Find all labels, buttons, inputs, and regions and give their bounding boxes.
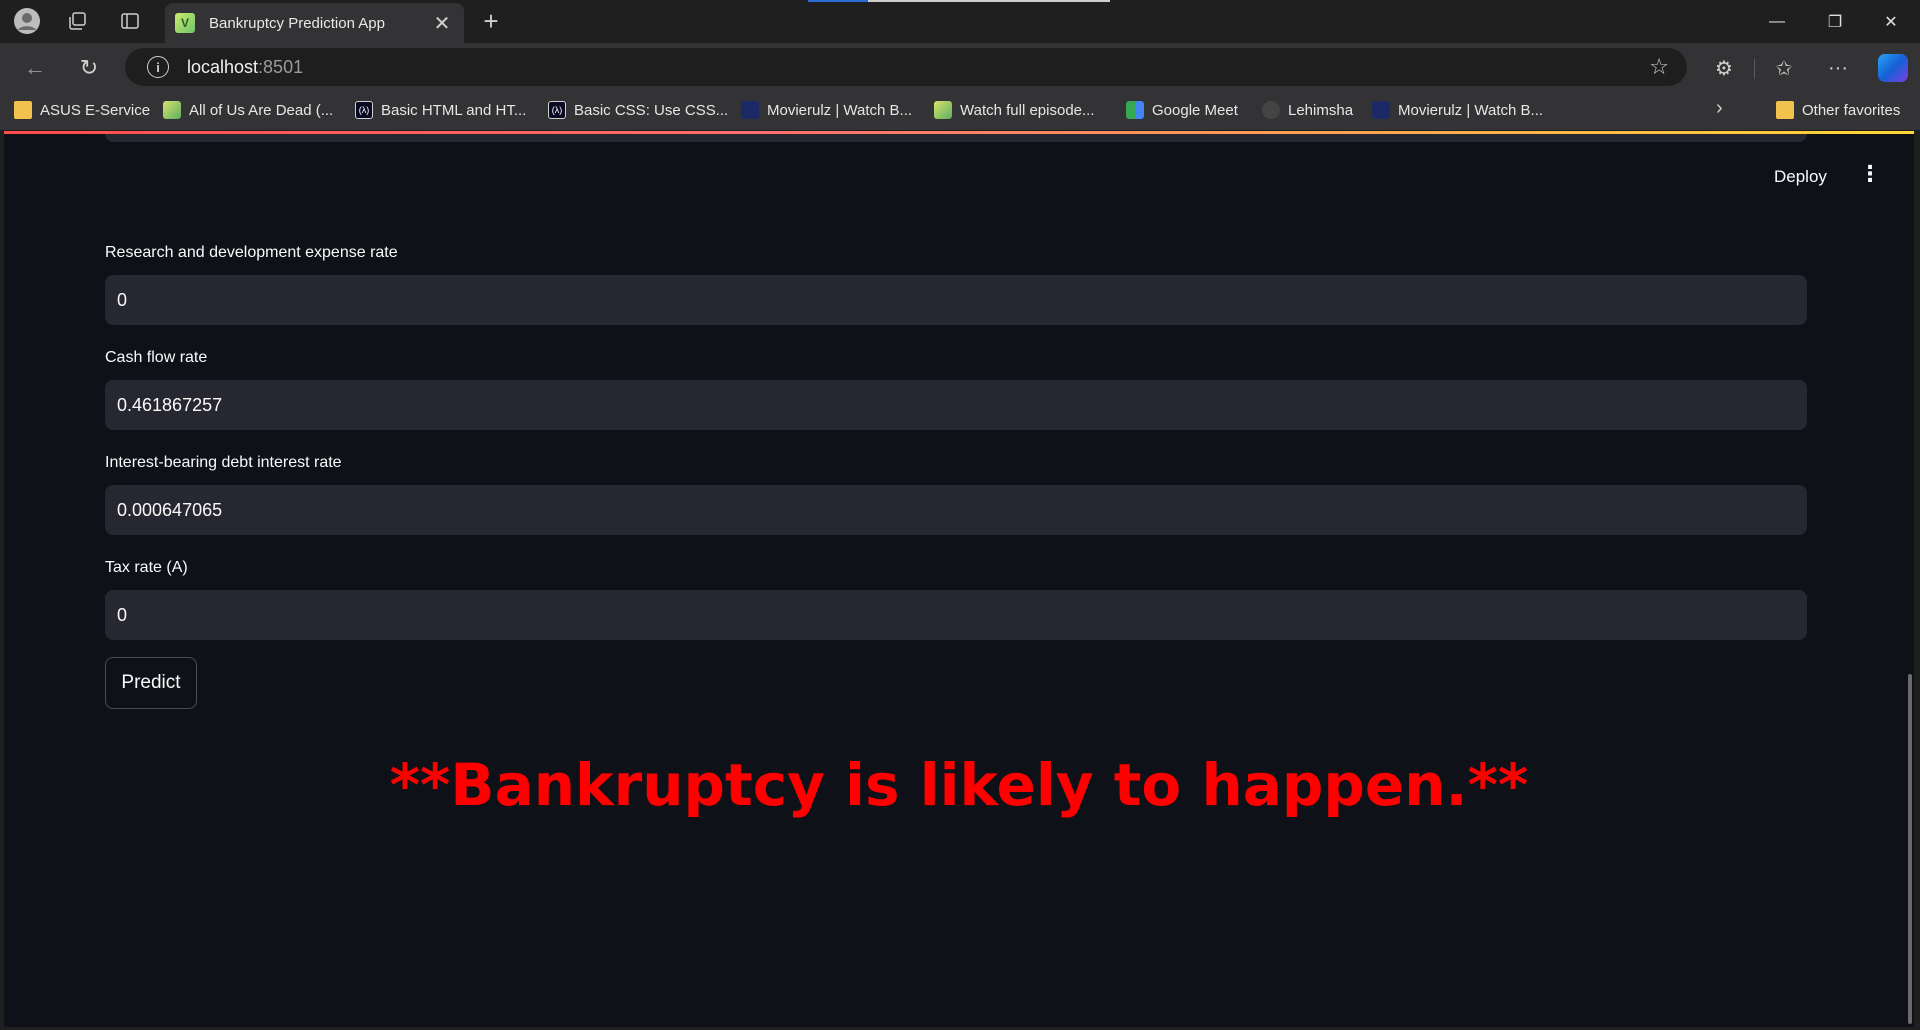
favorite-item[interactable]: Watch full episode... bbox=[934, 99, 1095, 121]
minimize-icon[interactable]: — bbox=[1748, 0, 1806, 43]
streamlit-favicon-icon: V bbox=[175, 13, 195, 33]
favorite-item[interactable]: Movierulz | Watch B... bbox=[1372, 99, 1543, 121]
browser-titlebar: V Bankruptcy Prediction App ✕ + — ❐ ✕ bbox=[0, 0, 1920, 43]
extensions-icon[interactable]: ⚙ bbox=[1706, 50, 1742, 86]
favorite-label: Movierulz | Watch B... bbox=[1398, 101, 1544, 119]
google-meet-icon bbox=[1126, 101, 1144, 119]
input-cash-flow-rate[interactable]: 0.461867257 bbox=[105, 380, 1807, 430]
favorite-label: ASUS E-Service bbox=[40, 101, 151, 119]
profile-avatar-icon[interactable] bbox=[11, 5, 43, 37]
favorite-item[interactable]: Lehimsha bbox=[1262, 99, 1353, 121]
browser-navbar: ← ↻ i localhost:8501 ☆ ⚙ ✩ ··· bbox=[0, 43, 1920, 90]
browser-tab-active[interactable]: V Bankruptcy Prediction App ✕ bbox=[165, 3, 464, 43]
address-bar[interactable]: i localhost:8501 ☆ bbox=[125, 48, 1687, 86]
tab-title: Bankruptcy Prediction App bbox=[209, 14, 385, 32]
favorite-item[interactable]: Google Meet bbox=[1126, 99, 1238, 121]
prediction-result: **Bankruptcy is likely to happen.** bbox=[389, 751, 1529, 819]
url-text: localhost:8501 bbox=[187, 57, 303, 78]
favorites-icon[interactable]: ✩ bbox=[1766, 50, 1802, 86]
favorite-item[interactable]: Movierulz | Watch B... bbox=[741, 99, 912, 121]
input-rd-expense-rate[interactable]: 0 bbox=[105, 275, 1807, 325]
favorite-label: All of Us Are Dead (... bbox=[189, 101, 334, 119]
image-favicon-icon bbox=[163, 101, 181, 119]
close-window-icon[interactable]: ✕ bbox=[1862, 0, 1920, 43]
favorite-item[interactable]: ASUS E-Service bbox=[14, 99, 150, 121]
favorite-label: Basic CSS: Use CSS... bbox=[574, 101, 729, 119]
freecodecamp-icon: (λ) bbox=[355, 101, 373, 119]
field-label-interest-debt-rate: Interest-bearing debt interest rate bbox=[105, 454, 342, 471]
copilot-icon[interactable] bbox=[1878, 54, 1908, 82]
favorite-label: Movierulz | Watch B... bbox=[767, 101, 913, 119]
field-label-rd-expense-rate: Research and development expense rate bbox=[105, 244, 398, 261]
favorites-bar: ASUS E-Service All of Us Are Dead (... (… bbox=[0, 90, 1920, 130]
restore-icon[interactable]: ❐ bbox=[1806, 0, 1864, 43]
streamlit-app: Deploy ⋮ Research and development expens… bbox=[4, 134, 1914, 1027]
other-favorites[interactable]: Other favorites bbox=[1776, 99, 1900, 121]
number-input-partial[interactable] bbox=[105, 134, 1807, 142]
other-favorites-label: Other favorites bbox=[1802, 101, 1901, 119]
main-menu-icon[interactable]: ⋮ bbox=[1859, 162, 1881, 186]
url-port: :8501 bbox=[258, 56, 304, 77]
favorite-item[interactable]: All of Us Are Dead (... bbox=[163, 99, 333, 121]
refresh-icon[interactable]: ↻ bbox=[71, 50, 107, 86]
favorite-label: Google Meet bbox=[1152, 101, 1238, 119]
favorite-label: Watch full episode... bbox=[960, 101, 1095, 119]
url-host: localhost bbox=[187, 56, 259, 77]
favorite-star-icon[interactable]: ☆ bbox=[1649, 54, 1669, 80]
workspaces-icon[interactable] bbox=[61, 5, 93, 37]
input-interest-debt-rate[interactable]: 0.000647065 bbox=[105, 485, 1807, 535]
new-tab-icon[interactable]: + bbox=[475, 5, 507, 37]
image-favicon-icon bbox=[934, 101, 952, 119]
predict-button[interactable]: Predict bbox=[105, 657, 197, 709]
folder-icon bbox=[14, 101, 32, 119]
site-info-icon[interactable]: i bbox=[147, 56, 169, 78]
back-arrow-icon[interactable]: ← bbox=[17, 50, 53, 86]
close-tab-icon[interactable]: ✕ bbox=[430, 11, 454, 36]
tab-actions-icon[interactable] bbox=[114, 5, 146, 37]
deploy-button[interactable]: Deploy bbox=[1774, 167, 1827, 187]
movie-favicon-icon bbox=[741, 101, 759, 119]
favorite-item[interactable]: (λ) Basic HTML and HT... bbox=[355, 99, 526, 121]
folder-icon bbox=[1776, 101, 1794, 119]
scrollbar-thumb[interactable] bbox=[1908, 674, 1912, 1024]
favorite-item[interactable]: (λ) Basic CSS: Use CSS... bbox=[548, 99, 728, 121]
toolbar-separator bbox=[1754, 59, 1755, 79]
more-menu-icon[interactable]: ··· bbox=[1820, 50, 1856, 86]
favorite-label: Basic HTML and HT... bbox=[381, 101, 527, 119]
tab-strip-indicator-accent bbox=[808, 0, 868, 2]
github-icon bbox=[1262, 101, 1280, 119]
freecodecamp-icon: (λ) bbox=[548, 101, 566, 119]
movie-favicon-icon bbox=[1372, 101, 1390, 119]
field-label-cash-flow-rate: Cash flow rate bbox=[105, 349, 208, 366]
input-tax-rate[interactable]: 0 bbox=[105, 590, 1807, 640]
chevron-right-icon[interactable]: › bbox=[1716, 97, 1723, 120]
favorite-label: Lehimsha bbox=[1288, 101, 1354, 119]
field-label-tax-rate: Tax rate (A) bbox=[105, 559, 188, 576]
